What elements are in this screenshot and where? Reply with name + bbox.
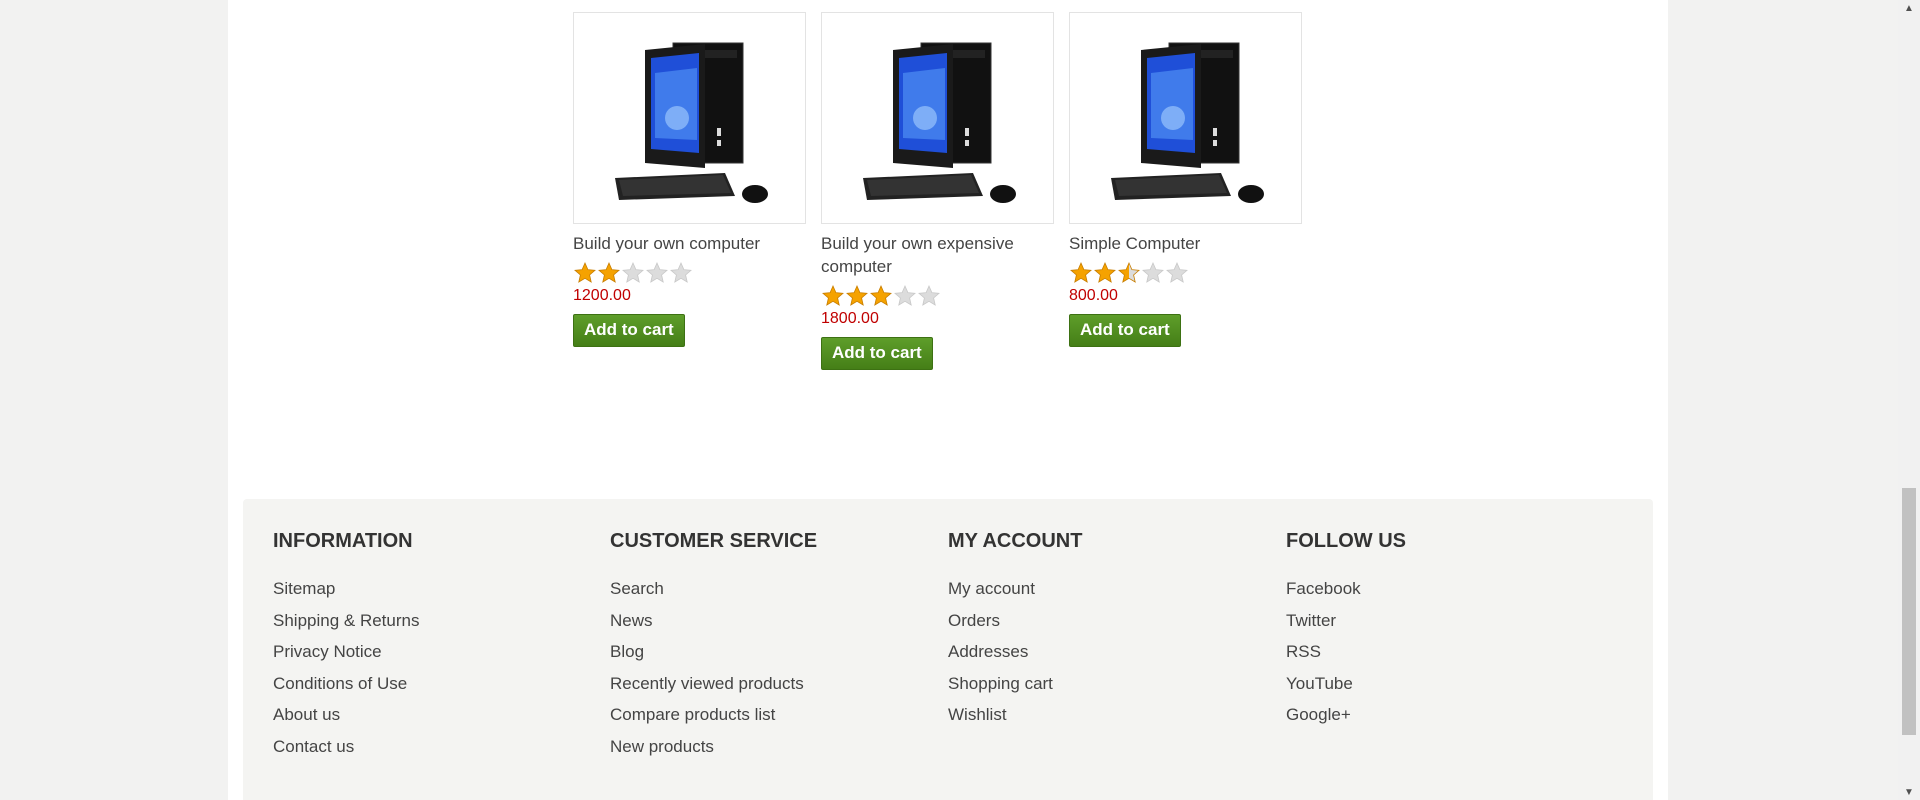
star-empty-icon [1166, 262, 1188, 283]
product-price: 1800.00 [821, 310, 879, 327]
footer-link-list: Search News Blog Recently viewed products Co… [610, 573, 930, 762]
product-title[interactable]: Simple Computer [1069, 232, 1294, 255]
star-empty-icon [622, 262, 644, 283]
scroll-down-arrow-icon[interactable]: ▼ [1898, 784, 1920, 800]
footer-link[interactable]: News [610, 605, 930, 637]
footer-link[interactable]: Twitter [1286, 605, 1606, 637]
footer-link[interactable]: Compare products list [610, 699, 930, 731]
footer-link[interactable]: Facebook [1286, 573, 1606, 605]
star-filled-icon [870, 285, 892, 306]
add-to-cart-button[interactable]: Add to cart [573, 314, 685, 347]
scrollbar-thumb[interactable] [1902, 488, 1916, 735]
footer-heading: FOLLOW US [1286, 530, 1406, 552]
site-footer: INFORMATION Sitemap Shipping & Returns Pri… [243, 499, 1653, 800]
footer-link[interactable]: Search [610, 573, 930, 605]
footer-link-list: Facebook Twitter RSS YouTube Google+ [1286, 573, 1606, 731]
footer-link[interactable]: Sitemap [273, 573, 593, 605]
star-filled-icon [846, 285, 868, 306]
product-rating [1069, 261, 1302, 285]
footer-heading: CUSTOMER SERVICE [610, 530, 818, 552]
star-filled-icon [574, 262, 596, 283]
footer-link[interactable]: New products [610, 731, 930, 763]
product-price: 800.00 [1069, 287, 1118, 304]
product-item: Simple Computer 800.00 Add to cart [1069, 12, 1302, 347]
footer-link[interactable]: Google+ [1286, 699, 1606, 731]
footer-link[interactable]: Recently viewed products [610, 668, 930, 700]
footer-heading: INFORMATION [273, 530, 413, 552]
footer-link[interactable]: About us [273, 699, 593, 731]
product-rating [573, 261, 806, 285]
product-title[interactable]: Build your own computer [573, 232, 798, 255]
vertical-scrollbar[interactable]: ▲ ▼ [1898, 0, 1920, 800]
star-filled-icon [598, 262, 620, 283]
footer-link[interactable]: Orders [948, 605, 1268, 637]
footer-link[interactable]: Shopping cart [948, 668, 1268, 700]
add-to-cart-button[interactable]: Add to cart [821, 337, 933, 370]
footer-link-list: Sitemap Shipping & Returns Privacy Notice C… [273, 573, 593, 762]
product-grid: Build your own computer 1200.00 Add to c… [573, 12, 1333, 392]
product-item: Build your own computer 1200.00 Add to c… [573, 12, 806, 347]
footer-column-customer-service: CUSTOMER SERVICE Search News Blog Recently … [610, 529, 930, 762]
footer-heading: MY ACCOUNT [948, 530, 1083, 552]
footer-column-my-account: MY ACCOUNT My account Orders Addresses Shop… [948, 529, 1268, 731]
product-image-link[interactable] [1069, 12, 1302, 224]
desktop-computer-image [614, 42, 768, 203]
footer-link[interactable]: Contact us [273, 731, 593, 763]
star-filled-icon [1118, 262, 1140, 283]
footer-link[interactable]: Conditions of Use [273, 668, 593, 700]
star-empty-icon [894, 285, 916, 306]
product-title[interactable]: Build your own expensive computer [821, 232, 1046, 278]
footer-link[interactable]: Addresses [948, 636, 1268, 668]
footer-link[interactable]: Wishlist [948, 699, 1268, 731]
footer-link[interactable]: Shipping & Returns [273, 605, 593, 637]
product-price: 1200.00 [573, 287, 631, 304]
product-rating [821, 284, 1054, 308]
product-image-link[interactable] [573, 12, 806, 224]
star-filled-icon [1094, 262, 1116, 283]
desktop-computer-image [1110, 42, 1264, 203]
star-empty-icon [670, 262, 692, 283]
footer-link[interactable]: YouTube [1286, 668, 1606, 700]
footer-column-follow-us: FOLLOW US Facebook Twitter RSS YouTube Googl… [1286, 529, 1606, 731]
footer-link[interactable]: Privacy Notice [273, 636, 593, 668]
footer-link[interactable]: Blog [610, 636, 930, 668]
star-filled-icon [822, 285, 844, 306]
desktop-computer-image [862, 42, 1016, 203]
footer-link[interactable]: My account [948, 573, 1268, 605]
product-image-link[interactable] [821, 12, 1054, 224]
star-empty-icon [1142, 262, 1164, 283]
footer-link[interactable]: RSS [1286, 636, 1606, 668]
footer-link-list: My account Orders Addresses Shopping cart Wi… [948, 573, 1268, 731]
star-filled-icon [1070, 262, 1092, 283]
footer-column-information: INFORMATION Sitemap Shipping & Returns Pri… [273, 529, 593, 762]
star-empty-icon [646, 262, 668, 283]
star-empty-icon [918, 285, 940, 306]
add-to-cart-button[interactable]: Add to cart [1069, 314, 1181, 347]
product-item: Build your own expensive computer 1800.0… [821, 12, 1054, 370]
scroll-up-arrow-icon[interactable]: ▲ [1898, 0, 1920, 16]
